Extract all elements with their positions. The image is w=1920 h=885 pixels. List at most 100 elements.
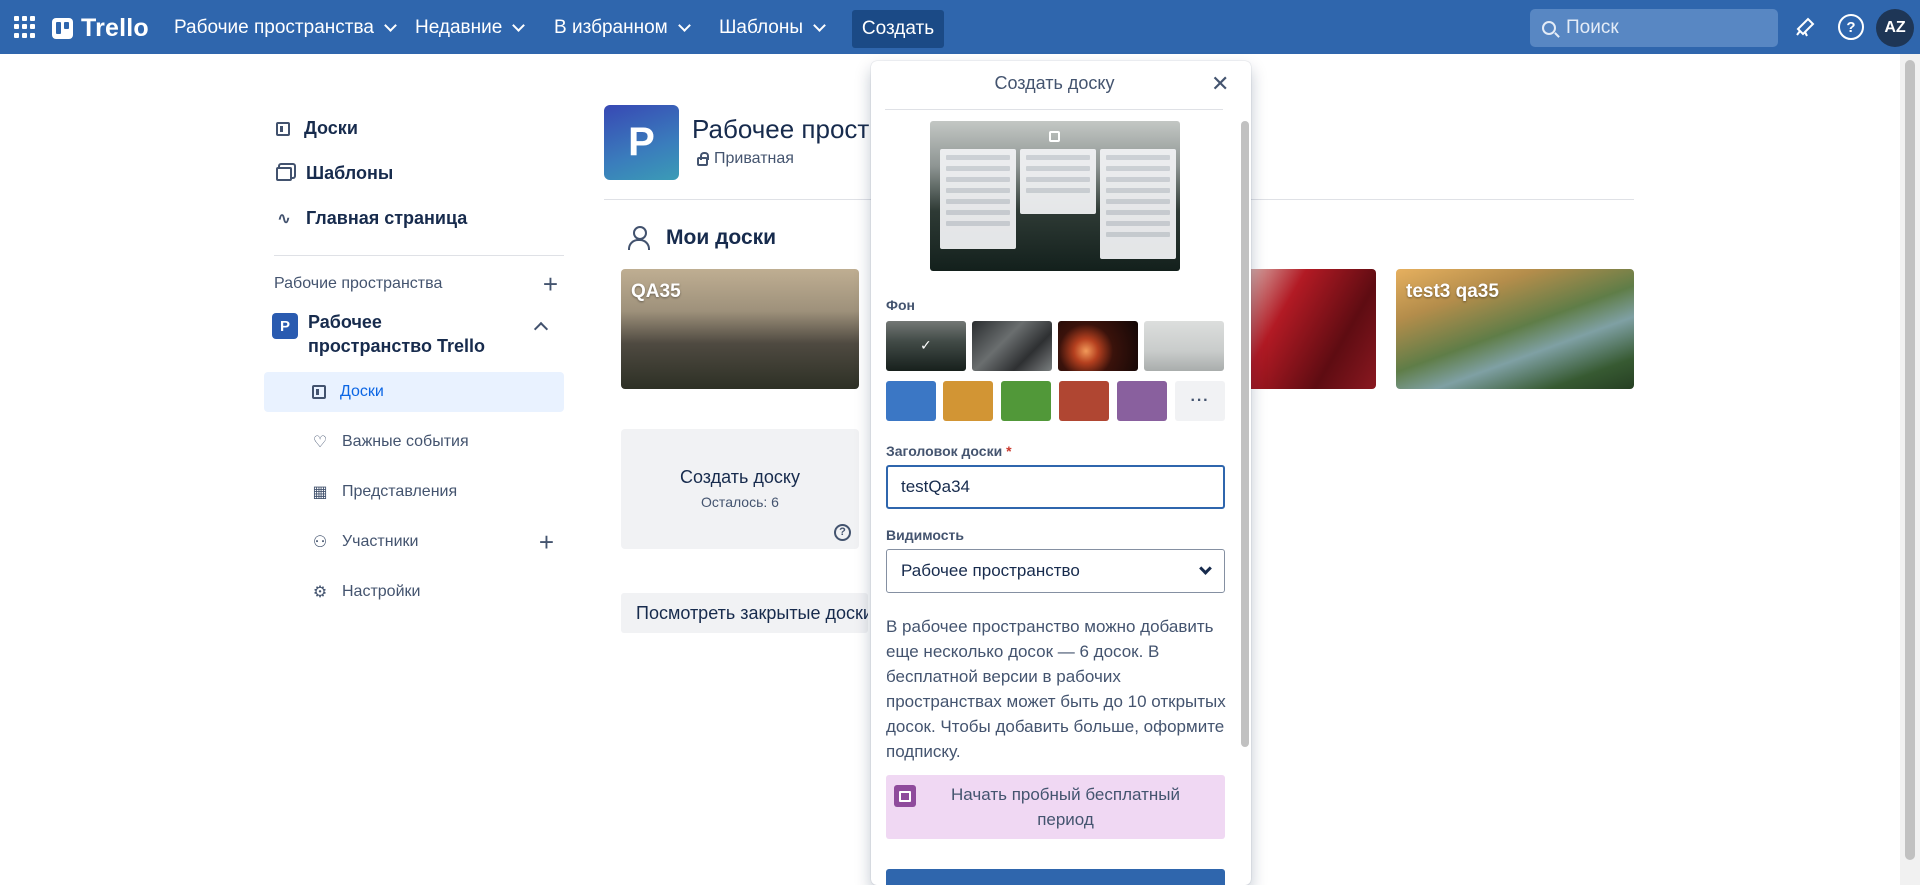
left-sidebar: Доски Шаблоны ∿ Главная страница Рабочие…: [264, 106, 564, 612]
sidebar-item-home[interactable]: ∿ Главная страница: [264, 196, 564, 241]
sidebar-item-label: Шаблоны: [306, 163, 394, 183]
workspaces-heading: Рабочие пространства +: [264, 266, 564, 302]
popover-title: Создать доску: [994, 73, 1115, 93]
chevron-down-icon: [677, 19, 691, 32]
template-icon: [276, 166, 292, 181]
sidebar-item-label: Настройки: [342, 583, 421, 600]
page-scrollbar[interactable]: [1900, 54, 1920, 885]
board-card-qa35[interactable]: QA35: [621, 269, 859, 389]
background-color-green[interactable]: [1001, 381, 1051, 421]
background-color-purple[interactable]: [1117, 381, 1167, 421]
background-color-red[interactable]: [1059, 381, 1109, 421]
add-workspace-plus-icon[interactable]: +: [543, 269, 564, 300]
sidebar-item-members[interactable]: ⚇ Участники +: [264, 522, 564, 562]
board-preview: [930, 121, 1180, 271]
help-icon[interactable]: ?: [1838, 14, 1864, 40]
chevron-down-icon: [384, 19, 397, 32]
background-photo-option[interactable]: [1144, 321, 1224, 371]
person-icon: [628, 226, 650, 250]
sidebar-item-boards[interactable]: Доски: [264, 106, 564, 151]
chevron-down-icon: [813, 19, 826, 32]
logo-text: Trello: [81, 14, 149, 42]
nav-starred-label: В избранном: [554, 17, 668, 38]
nav-recent-label: Недавние: [415, 17, 503, 38]
workspace-badge: P: [272, 313, 298, 339]
visibility-select[interactable]: Рабочее пространство: [886, 549, 1225, 593]
nav-starred-menu[interactable]: В избранном: [546, 12, 697, 44]
sidebar-item-label: Участники: [342, 533, 419, 550]
start-free-trial-button[interactable]: Начать пробный бесплатный период: [886, 775, 1225, 839]
help-circle-icon[interactable]: ?: [834, 524, 851, 541]
my-boards-heading: Мои доски: [628, 226, 776, 250]
background-photo-option[interactable]: [972, 321, 1052, 371]
add-member-plus-icon[interactable]: +: [539, 527, 554, 558]
briefcase-icon: [894, 785, 916, 807]
background-color-orange[interactable]: [943, 381, 993, 421]
nav-recent-menu[interactable]: Недавние: [407, 12, 531, 44]
lock-icon: [697, 151, 709, 166]
trial-label: Начать пробный бесплатный период: [951, 785, 1180, 829]
chevron-up-icon: [533, 321, 549, 337]
chevron-down-icon: [512, 19, 526, 32]
notifications-megaphone-icon[interactable]: [1792, 14, 1818, 40]
visibility-label: Приватная: [714, 150, 794, 167]
board-icon: [312, 385, 326, 399]
create-board-title: Создать доску: [680, 467, 800, 487]
my-boards-label: Мои доски: [666, 226, 777, 249]
popover-divider: [885, 109, 1223, 110]
workspace-toggle[interactable]: P Рабочее пространство Trello: [264, 302, 564, 362]
board-icon: [276, 121, 290, 136]
search-icon: [1542, 21, 1556, 35]
background-photo-option[interactable]: [1058, 321, 1138, 371]
board-limit-info: В рабочее пространство можно добавить ещ…: [886, 617, 1226, 761]
sidebar-item-label: Доски: [304, 118, 358, 138]
board-title-value: testQa34: [901, 477, 970, 496]
preview-list: [1100, 149, 1176, 259]
workspace-logo-tile: P: [604, 105, 679, 180]
sidebar-divider: [274, 255, 564, 256]
nav-workspaces-menu[interactable]: Рабочие пространства: [166, 12, 403, 44]
required-mark: *: [1006, 443, 1012, 459]
user-avatar[interactable]: AZ: [1876, 9, 1914, 47]
sidebar-item-highlights[interactable]: ♡ Важные события: [264, 422, 564, 462]
checkmark-icon: ✓: [920, 337, 932, 353]
preview-list: [940, 149, 1016, 249]
popover-scrollbar[interactable]: [1241, 121, 1249, 747]
sidebar-item-label: Доски: [340, 383, 384, 400]
view-closed-boards-button[interactable]: Посмотреть закрытые доски: [621, 593, 868, 633]
create-board-submit-button[interactable]: [886, 869, 1225, 885]
sidebar-item-label: Представления: [342, 483, 458, 500]
pulse-icon: ∿: [276, 208, 292, 228]
background-photo-option-selected[interactable]: ✓: [886, 321, 966, 371]
nav-templates-menu[interactable]: Шаблоны: [711, 12, 832, 44]
chevron-down-icon: [1199, 562, 1212, 575]
gear-icon: ⚙: [312, 584, 328, 601]
trello-logo-icon: [52, 18, 73, 39]
create-button[interactable]: Создать: [852, 10, 944, 48]
sidebar-item-workspace-boards[interactable]: Доски: [264, 372, 564, 412]
app-switcher-icon[interactable]: [14, 16, 36, 38]
board-card-test3-qa35[interactable]: test3 qa35: [1396, 269, 1634, 389]
sidebar-item-templates[interactable]: Шаблоны: [264, 151, 564, 196]
search-input[interactable]: Поиск: [1530, 9, 1778, 47]
workspaces-heading-label: Рабочие пространства: [274, 275, 443, 292]
sidebar-item-label: Важные события: [342, 433, 469, 450]
board-title-label-text: Заголовок доски: [886, 443, 1003, 459]
create-board-tile[interactable]: Создать доску Осталось: 6 ?: [621, 429, 859, 549]
more-backgrounds-button[interactable]: ···: [1175, 381, 1225, 421]
background-color-blue[interactable]: [886, 381, 936, 421]
nav-templates-label: Шаблоны: [719, 17, 804, 38]
board-title: test3 qa35: [1406, 281, 1499, 302]
trello-mini-icon: [1049, 131, 1060, 142]
sidebar-item-views[interactable]: ▦ Представления: [264, 472, 564, 512]
close-icon[interactable]: ✕: [1211, 71, 1229, 97]
trello-logo[interactable]: Trello: [52, 14, 149, 43]
sidebar-item-settings[interactable]: ⚙ Настройки: [264, 572, 564, 612]
visibility-label: Видимость: [886, 527, 964, 543]
visibility-selected-value: Рабочее пространство: [901, 561, 1080, 580]
background-label: Фон: [886, 297, 915, 313]
boards-remaining: Осталось: 6: [701, 494, 779, 510]
board-title-input[interactable]: testQa34: [886, 465, 1225, 509]
members-icon: ⚇: [312, 534, 328, 551]
workspace-name: Рабочее пространство Trello: [308, 312, 485, 356]
